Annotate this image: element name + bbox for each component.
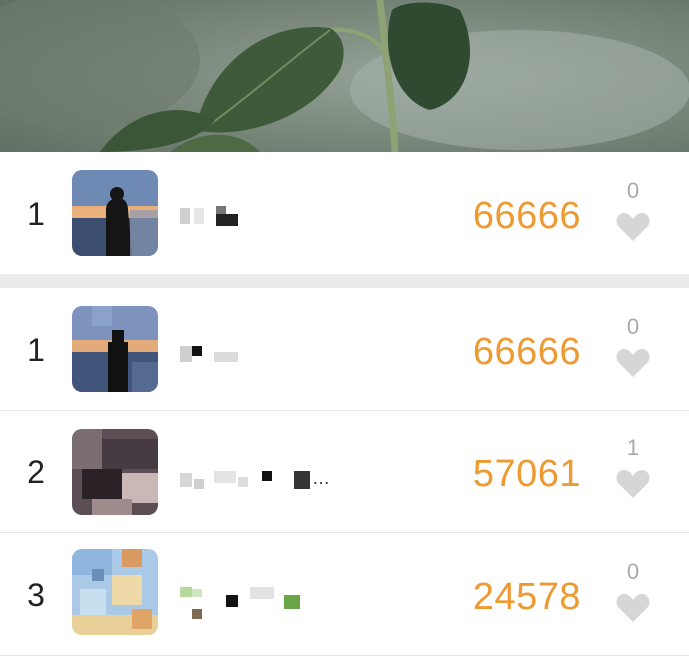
leaderboard-page: 1 66666 0 1 66666 0 2 … 57061 1 3 24578 …	[0, 0, 689, 670]
like-count: 0	[626, 178, 640, 203]
score-value: 24578	[472, 576, 581, 618]
like-control[interactable]: 0	[600, 561, 666, 628]
leaderboard-row[interactable]: 1 66666 0	[0, 288, 689, 410]
player-name	[180, 206, 350, 228]
like-control[interactable]: 0	[600, 316, 666, 383]
like-count: 0	[626, 314, 640, 339]
avatar[interactable]	[72, 170, 158, 256]
leaderboard-row-current-user[interactable]: 1 66666 0	[0, 152, 689, 274]
avatar[interactable]	[72, 429, 158, 515]
leaderboard-row[interactable]: 3 24578 0	[0, 533, 689, 655]
heart-icon[interactable]	[616, 593, 650, 628]
avatar[interactable]	[72, 549, 158, 635]
section-divider	[0, 274, 689, 288]
leaderboard-row[interactable]: 2 … 57061 1	[0, 411, 689, 532]
avatar[interactable]	[72, 306, 158, 392]
score-value: 66666	[472, 331, 581, 373]
score-value: 57061	[472, 453, 581, 495]
like-count: 0	[626, 559, 640, 584]
rank-number: 1	[27, 196, 45, 232]
header-banner-image	[0, 0, 689, 152]
player-name	[180, 344, 350, 366]
rank-number: 3	[27, 577, 45, 613]
rank-number: 2	[27, 454, 45, 490]
player-name: …	[180, 468, 350, 491]
row-separator	[0, 655, 689, 656]
rank-number: 1	[27, 332, 45, 368]
heart-icon[interactable]	[616, 348, 650, 383]
heart-icon[interactable]	[616, 212, 650, 247]
player-name	[180, 587, 350, 619]
heart-icon[interactable]	[616, 469, 650, 504]
score-value: 66666	[472, 195, 581, 237]
like-control[interactable]: 0	[600, 180, 666, 247]
like-count: 1	[626, 435, 640, 460]
like-control[interactable]: 1	[600, 437, 666, 504]
